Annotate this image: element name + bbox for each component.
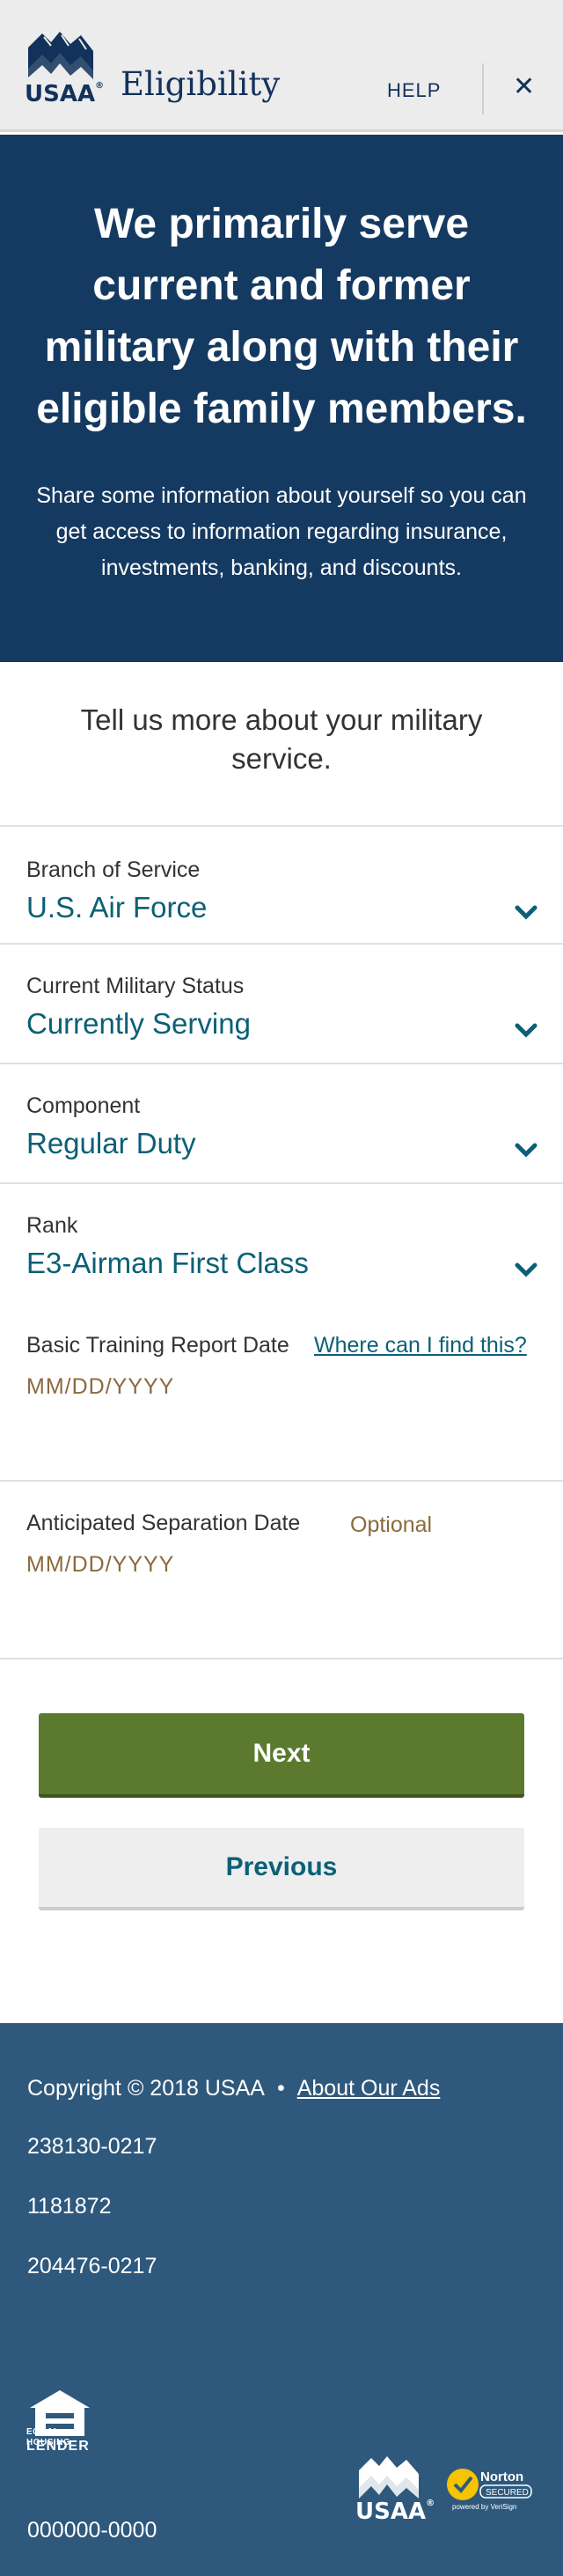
- about-ads-link[interactable]: About Our Ads: [297, 2076, 441, 2101]
- header-divider: [482, 63, 484, 114]
- footer-code: 238130-0217: [27, 2134, 157, 2159]
- separation-date-input[interactable]: MM/DD/YYYY: [26, 1552, 174, 1578]
- norton-secured: SECURED: [486, 2488, 529, 2498]
- help-link[interactable]: HELP: [387, 79, 441, 102]
- training-date-label: Basic Training Report Date: [26, 1333, 289, 1358]
- norton-powered: powered by VeriSign: [452, 2503, 516, 2511]
- section-intro: Tell us more about your military service…: [80, 703, 483, 775]
- close-icon[interactable]: ✕: [513, 74, 535, 100]
- rank-label: Rank: [26, 1213, 78, 1238]
- copyright-line: Copyright © 2018 USAA • About Our Ads: [27, 2076, 440, 2101]
- norton-label: Norton: [480, 2469, 523, 2484]
- separation-date-label: Anticipated Separation Date: [26, 1511, 301, 1535]
- component-label: Component: [26, 1093, 141, 1118]
- where-find-link[interactable]: Where can I find this?: [314, 1333, 527, 1358]
- page-title: Eligibility: [121, 65, 281, 103]
- next-button[interactable]: Next: [39, 1713, 524, 1798]
- branch-value[interactable]: U.S. Air Force: [26, 891, 207, 924]
- divider: [0, 1480, 563, 1482]
- chevron-down-icon[interactable]: [514, 1141, 538, 1159]
- bullet-separator: •: [276, 2076, 285, 2101]
- hero-heading: We primarily serve current and former mi…: [36, 201, 527, 432]
- status-label: Current Military Status: [26, 974, 245, 998]
- divider: [0, 1658, 563, 1660]
- app-header: USAA® Eligibility HELP ✕: [0, 0, 563, 132]
- rank-value[interactable]: E3-Airman First Class: [26, 1247, 309, 1280]
- chevron-down-icon[interactable]: [514, 903, 538, 921]
- chevron-down-icon[interactable]: [514, 1021, 538, 1039]
- divider: [0, 1063, 563, 1064]
- hero-description: Share some information about yourself so…: [36, 483, 527, 580]
- footer-code: 1181872: [27, 2194, 112, 2219]
- usaa-logo-text: USAA®: [25, 81, 105, 107]
- page-footer: Copyright © 2018 USAA • About Our Ads 2381…: [0, 2023, 563, 2576]
- divider: [0, 1182, 563, 1184]
- previous-button[interactable]: Previous: [39, 1828, 524, 1910]
- copyright-text: Copyright © 2018 USAA: [27, 2076, 265, 2101]
- optional-tag: Optional: [350, 1512, 433, 1537]
- divider: [0, 825, 563, 827]
- chevron-down-icon[interactable]: [514, 1261, 538, 1278]
- footer-code: 204476-0217: [27, 2254, 157, 2278]
- divider: [0, 943, 563, 945]
- status-value[interactable]: Currently Serving: [26, 1007, 251, 1041]
- component-value[interactable]: Regular Duty: [26, 1127, 196, 1160]
- hero-banner: We primarily serve current and former mi…: [0, 135, 563, 662]
- footer-phone: 000000-0000: [27, 2518, 157, 2543]
- norton-secured-badge[interactable]: Norton SECURED powered by VeriSign: [445, 2465, 535, 2511]
- branch-label: Branch of Service: [26, 857, 201, 882]
- lender-text: LENDER: [26, 2439, 90, 2454]
- training-date-input[interactable]: MM/DD/YYYY: [26, 1374, 174, 1400]
- footer-logo-text: USAA®: [355, 2499, 435, 2525]
